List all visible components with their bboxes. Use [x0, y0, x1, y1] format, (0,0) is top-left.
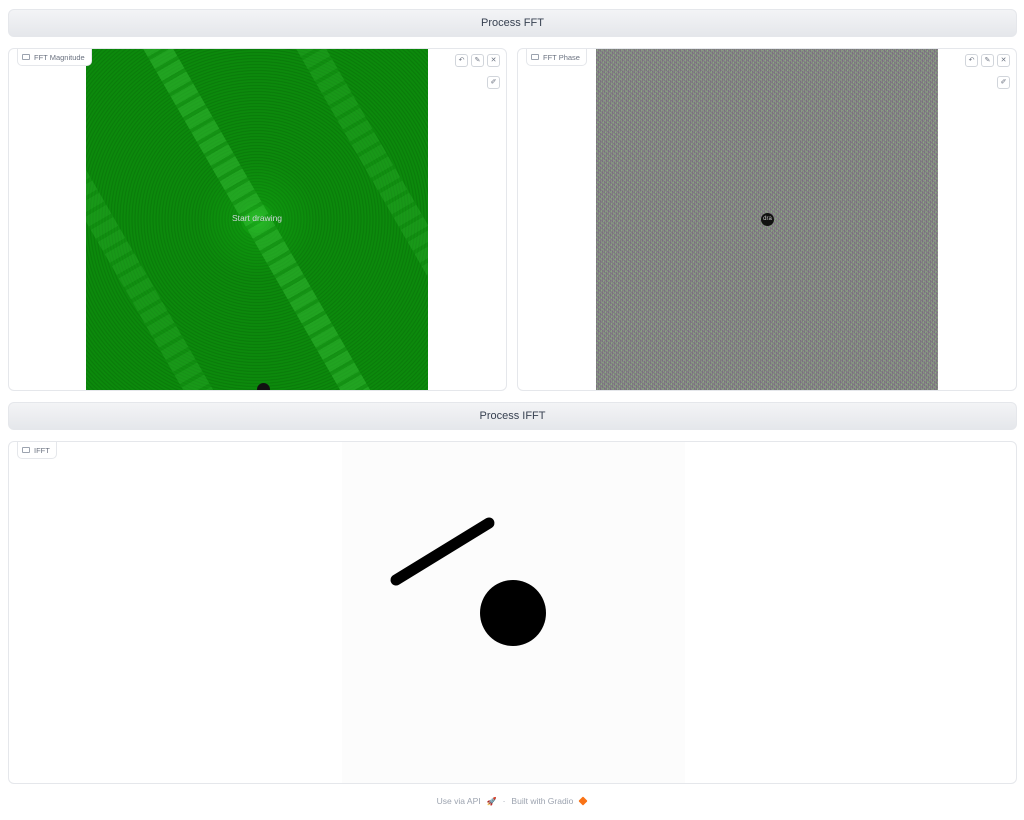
rocket-icon: 🚀 — [486, 796, 497, 806]
brush-cursor-icon — [257, 383, 270, 390]
fft-phase-label-text: FFT Phase — [543, 52, 580, 62]
brush-icon[interactable]: ✐ — [487, 76, 500, 89]
undo-icon[interactable]: ↶ — [965, 54, 978, 67]
reconstructed-drawing — [390, 517, 546, 646]
fft-magnitude-label-text: FFT Magnitude — [34, 52, 85, 62]
image-icon — [531, 54, 539, 60]
use-via-api-link[interactable]: Use via API — [437, 796, 481, 806]
close-icon[interactable]: ✕ — [487, 54, 500, 67]
process-fft-button[interactable]: Process FFT — [8, 9, 1017, 37]
process-ifft-button[interactable]: Process IFFT — [8, 402, 1017, 430]
gradio-logo-icon — [578, 796, 588, 806]
image-icon — [22, 447, 30, 453]
fft-magnitude-label: FFT Magnitude — [17, 49, 92, 66]
ifft-label-text: IFFT — [34, 445, 50, 455]
magnitude-toolbar: ↶ ✎ ✕ — [455, 54, 500, 67]
drawn-circle — [480, 580, 546, 646]
footer: Use via API 🚀 · Built with Gradio — [0, 796, 1024, 806]
brush-cursor-icon: dra — [761, 213, 774, 226]
ifft-panel: IFFT — [8, 441, 1017, 784]
fft-magnitude-panel: FFT Magnitude Start drawing ↶ ✎ ✕ ✐ — [8, 48, 507, 391]
start-drawing-hint: Start drawing — [231, 213, 283, 223]
brush-icon[interactable]: ✐ — [997, 76, 1010, 89]
undo-icon[interactable]: ↶ — [455, 54, 468, 67]
fft-phase-canvas[interactable]: dra — [596, 49, 938, 390]
fft-phase-label: FFT Phase — [526, 49, 587, 66]
drawn-stroke — [390, 517, 495, 586]
pencil-icon[interactable]: ✎ — [471, 54, 484, 67]
fft-phase-panel: FFT Phase dra ↶ ✎ ✕ ✐ — [517, 48, 1017, 391]
ifft-label: IFFT — [17, 442, 57, 459]
image-icon — [22, 54, 30, 60]
pencil-icon[interactable]: ✎ — [981, 54, 994, 67]
ifft-output-image — [342, 442, 685, 783]
close-icon[interactable]: ✕ — [997, 54, 1010, 67]
footer-separator: · — [502, 796, 506, 806]
fft-magnitude-canvas[interactable]: Start drawing — [86, 49, 428, 390]
phase-toolbar: ↶ ✎ ✕ — [965, 54, 1010, 67]
built-with-gradio-link[interactable]: Built with Gradio — [511, 796, 573, 806]
